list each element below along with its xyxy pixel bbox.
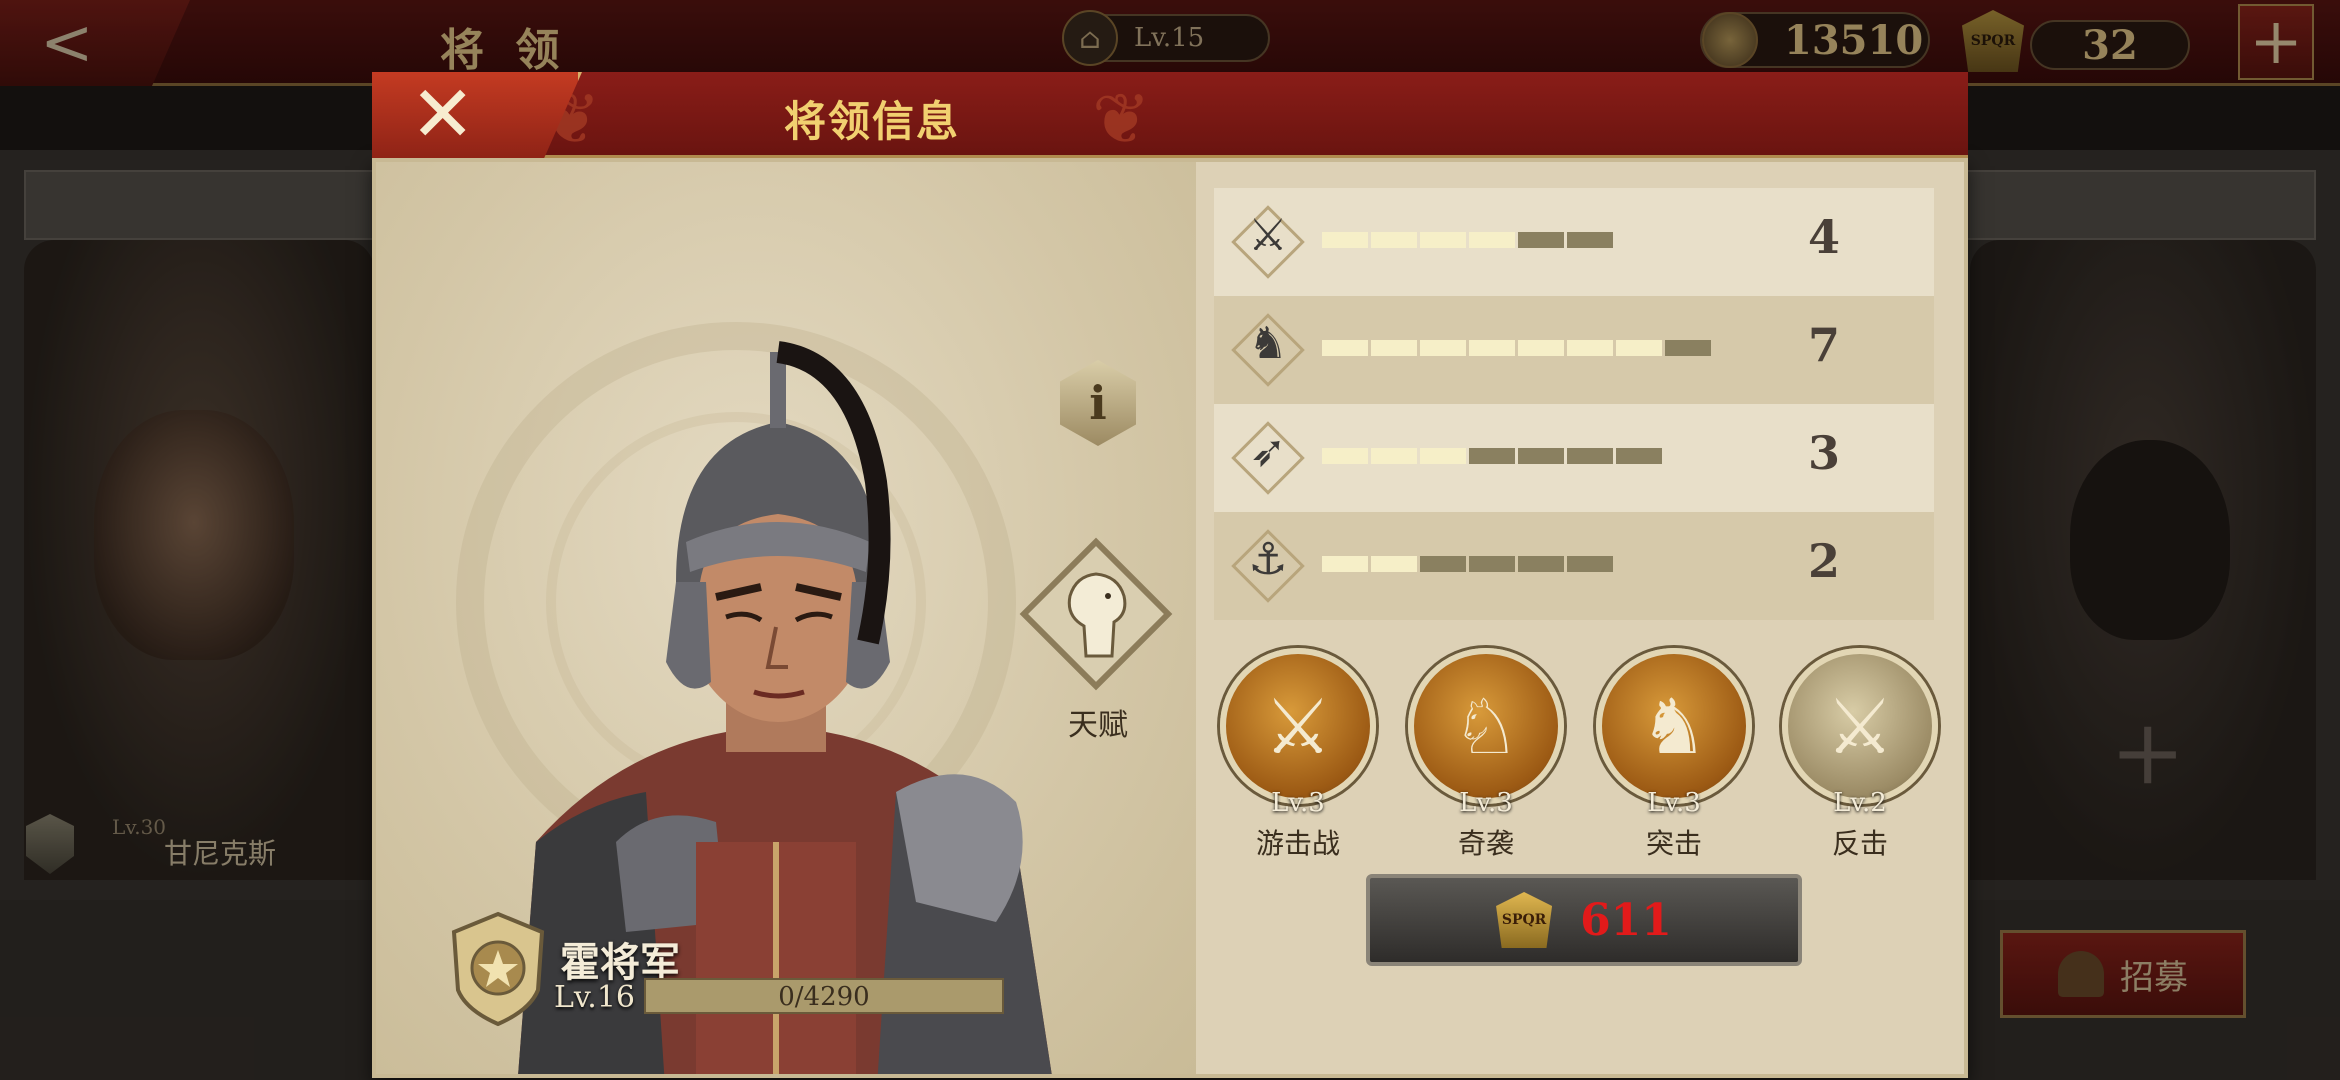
stat-segment-filled: [1322, 232, 1368, 248]
close-icon: ✕: [410, 70, 476, 160]
stat-segment-filled: [1322, 448, 1368, 464]
stat-row-archer: ➶ 3: [1214, 404, 1934, 512]
stat-segment-empty: [1518, 556, 1564, 572]
stat-segment-filled: [1371, 556, 1417, 572]
stat-segment-filled: [1322, 556, 1368, 572]
stat-bars: [1322, 340, 1711, 356]
skill-level: Lv.2: [1833, 788, 1887, 818]
rank-shield-icon: [451, 911, 545, 1027]
skill-counterattack[interactable]: ⚔ Lv.2 反击: [1780, 648, 1940, 868]
stat-value: 3: [1807, 426, 1840, 480]
horse-head-icon: [1067, 572, 1127, 658]
stat-segment-empty: [1616, 448, 1662, 464]
stat-bars: [1322, 448, 1662, 464]
stat-segment-empty: [1420, 556, 1466, 572]
skill-level: Lv.3: [1459, 788, 1513, 818]
portrait-area: i 天赋 霍将军 Lv.16 0/4290: [376, 162, 1196, 1074]
talent-button[interactable]: [1018, 536, 1174, 692]
stat-segment-filled: [1371, 340, 1417, 356]
purchase-button[interactable]: SPQR 611: [1366, 874, 1802, 966]
stat-segment-filled: [1518, 340, 1564, 356]
stat-segment-filled: [1616, 340, 1662, 356]
stat-segment-empty: [1567, 232, 1613, 248]
stat-segment-filled: [1420, 448, 1466, 464]
stat-segment-filled: [1420, 232, 1466, 248]
skill-assault[interactable]: ♞ Lv.3 突击: [1594, 648, 1754, 868]
stat-bars: [1322, 556, 1613, 572]
skill-icon: ⚔: [1220, 648, 1376, 804]
skill-name: 奇袭: [1457, 827, 1514, 860]
horse-icon: ♞: [1228, 310, 1308, 390]
stat-value: 7: [1807, 318, 1840, 372]
stat-segment-empty: [1567, 556, 1613, 572]
stat-segment-filled: [1322, 340, 1368, 356]
stat-segment-empty: [1518, 232, 1564, 248]
general-level: Lv.16: [554, 980, 636, 1015]
stat-segment-empty: [1567, 448, 1613, 464]
stat-row-navy: ⚓ 2: [1214, 512, 1934, 620]
talent-label: 天赋: [1068, 708, 1128, 743]
stat-segment-empty: [1665, 340, 1711, 356]
skill-name: 反击: [1831, 827, 1888, 860]
bow-icon: ➶: [1228, 418, 1308, 498]
stat-segment-filled: [1469, 340, 1515, 356]
skill-icon: ♞: [1596, 648, 1752, 804]
skill-icon: ♘: [1408, 648, 1564, 804]
xp-bar: 0/4290: [644, 978, 1004, 1014]
stat-row-infantry: ⚔ 4: [1214, 188, 1934, 296]
price-value: 611: [1580, 894, 1672, 946]
skill-guerrilla[interactable]: ⚔ Lv.3 游击战: [1218, 648, 1378, 868]
modal-header: ❦ ❦ 将领信息: [372, 72, 1968, 160]
skill-level: Lv.3: [1647, 788, 1701, 818]
stat-segment-filled: [1420, 340, 1466, 356]
stat-segment-filled: [1469, 232, 1515, 248]
anchor-icon: ⚓: [1228, 526, 1308, 606]
skill-name: 突击: [1645, 827, 1702, 860]
skill-icon: ⚔: [1782, 648, 1938, 804]
skill-name: 游击战: [1255, 827, 1340, 860]
stat-value: 2: [1807, 534, 1840, 588]
stat-bars: [1322, 232, 1613, 248]
stat-segment-empty: [1469, 556, 1515, 572]
stat-segment-filled: [1371, 232, 1417, 248]
general-info-modal: i 天赋 霍将军 Lv.16 0/4290 ❦ ❦ 将领信息 ✕ ⚔ 4 ♞ 7…: [372, 70, 1968, 1078]
spor-icon: SPQR: [1496, 892, 1553, 948]
stat-segment-filled: [1567, 340, 1613, 356]
stat-value: 4: [1807, 210, 1840, 264]
stat-segment-empty: [1518, 448, 1564, 464]
skill-raid[interactable]: ♘ Lv.3 奇袭: [1406, 648, 1566, 868]
info-icon: i: [1089, 376, 1107, 430]
stat-segment-empty: [1469, 448, 1515, 464]
xp-text: 0/4290: [778, 982, 870, 1012]
stat-segment-filled: [1371, 448, 1417, 464]
sword-icon: ⚔: [1228, 202, 1308, 282]
skill-level: Lv.3: [1271, 788, 1325, 818]
info-button[interactable]: i: [1060, 360, 1136, 446]
stat-row-cavalry: ♞ 7: [1214, 296, 1934, 404]
